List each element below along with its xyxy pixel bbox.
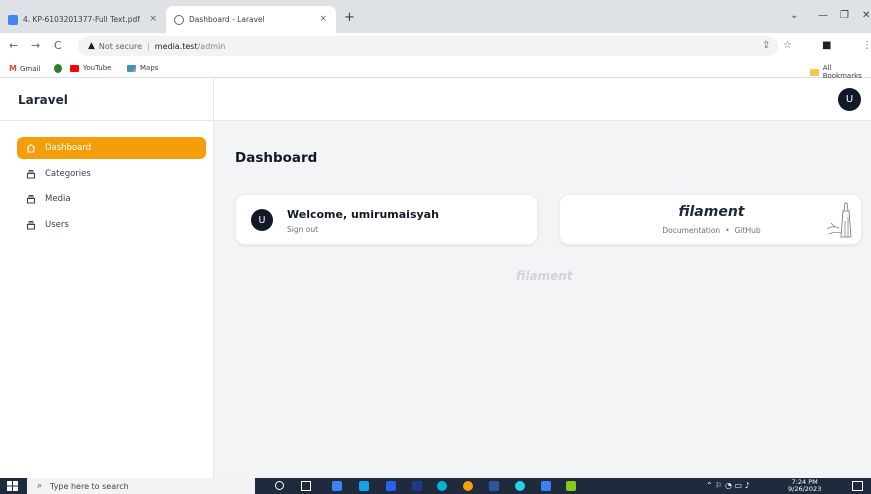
sign-out-link[interactable]: Sign out <box>287 225 318 234</box>
bookmark-youtube[interactable]: YouTube <box>70 64 111 72</box>
user-avatar[interactable]: U <box>838 88 861 111</box>
collection-icon <box>25 219 37 231</box>
documentation-link[interactable]: Documentation <box>662 226 720 235</box>
footer-filament-logo[interactable]: filament <box>516 269 573 283</box>
close-tab-icon[interactable]: × <box>149 14 157 24</box>
address-path: /admin <box>197 41 226 51</box>
maps-icon <box>127 64 136 72</box>
youtube-icon <box>70 64 79 72</box>
bookmark-label: Gmail <box>19 64 41 73</box>
account-widget: U Welcome, umirumaisyah Sign out <box>235 194 538 245</box>
welcome-heading: Welcome, umirumaisyah <box>287 208 439 221</box>
bookmark-gmail[interactable]: M Gmail <box>9 64 40 73</box>
sidebar-item-users[interactable]: Users <box>17 214 206 236</box>
search-placeholder: Type here to search <box>50 481 129 491</box>
sidebar-item-dashboard[interactable]: Dashboard <box>17 137 206 159</box>
terminal-icon[interactable] <box>566 481 576 491</box>
sidebar: Laravel Dashboard Categories Media Users <box>0 78 214 478</box>
globe-icon <box>174 14 184 25</box>
forward-icon[interactable]: → <box>31 39 40 52</box>
tab-dashboard[interactable]: Dashboard - Laravel × <box>166 6 336 33</box>
filament-logo: filament <box>678 204 745 220</box>
reload-icon[interactable]: C <box>54 39 62 52</box>
address-separator: | <box>147 41 150 51</box>
close-window-icon[interactable]: ✕ <box>862 10 870 21</box>
sidebar-item-label: Media <box>45 194 71 204</box>
browser-toolbar: ← → C ▲ Not secure | media.test /admin ⇪… <box>0 33 871 84</box>
mail-icon[interactable] <box>359 481 369 491</box>
sidebar-item-label: Dashboard <box>45 143 92 153</box>
taskbar-search-box[interactable]: ⌕ Type here to search <box>27 478 255 494</box>
admin-app: Laravel Dashboard Categories Media Users <box>0 78 871 478</box>
sidebar-header: Laravel <box>0 78 214 121</box>
browser-tab-bar: 4. KP-6103201377-Full Text.pdf × Dashboa… <box>0 0 871 33</box>
app-icon[interactable] <box>515 481 525 491</box>
filament-info-widget: filament Documentation • GitHub <box>559 194 862 245</box>
tab-title: 4. KP-6103201377-Full Text.pdf <box>23 15 140 24</box>
edge-icon[interactable] <box>437 481 447 491</box>
topbar: U <box>214 78 871 121</box>
cortana-icon[interactable] <box>275 481 284 490</box>
word-icon[interactable] <box>489 481 499 491</box>
collection-icon <box>25 193 37 205</box>
close-tab-icon[interactable]: × <box>319 14 327 24</box>
system-tray-icons[interactable]: ⌃ ⚐ ◔ ▭ ♪ <box>706 481 750 490</box>
star-icon[interactable]: ☆ <box>783 40 792 51</box>
filament-links: Documentation • GitHub <box>560 226 863 235</box>
github-link[interactable]: GitHub <box>735 226 761 235</box>
link-separator: • <box>725 226 730 235</box>
minimize-icon[interactable]: — <box>818 10 828 21</box>
address-bar[interactable]: ▲ Not secure | media.test /admin <box>78 36 778 56</box>
tab-search-icon[interactable]: ⌄ <box>790 10 798 21</box>
bookmark-label: Maps <box>140 64 159 72</box>
brand-logo[interactable]: Laravel <box>18 93 68 107</box>
security-label: Not secure <box>98 41 143 51</box>
home-icon <box>25 142 37 154</box>
bookmark-maps[interactable]: Maps <box>127 64 158 72</box>
sidebar-item-categories[interactable]: Categories <box>17 163 206 185</box>
sidebar-item-label: Users <box>45 220 69 230</box>
windows-start-icon[interactable] <box>7 481 18 491</box>
restore-icon[interactable]: ❐ <box>840 10 849 21</box>
address-host: media.test <box>154 41 198 51</box>
menu-icon[interactable]: ⋮ <box>862 40 871 51</box>
search-icon: ⌕ <box>37 481 43 491</box>
windows-taskbar: ⌕ Type here to search ⌃ ⚐ ◔ ▭ ♪ 7:24 PM … <box>0 478 871 494</box>
bookmarks-bar: M Gmail YouTube Maps All Bookmarks <box>0 59 871 80</box>
sidepanel-icon[interactable]: ■ <box>822 40 831 51</box>
file-explorer-icon[interactable] <box>332 481 342 491</box>
lighthouse-illustration-icon <box>826 202 852 238</box>
avatar: U <box>251 209 273 231</box>
warning-icon: ▲ <box>88 41 95 51</box>
pdf-file-icon <box>8 14 18 25</box>
vscode-icon[interactable] <box>541 481 551 491</box>
folder-icon <box>810 68 819 76</box>
bookmark-label: YouTube <box>83 64 112 72</box>
bookmark-extension-icon[interactable] <box>54 64 62 73</box>
notification-icon[interactable] <box>852 481 863 491</box>
share-icon[interactable]: ⇪ <box>762 40 770 51</box>
chrome-icon[interactable] <box>463 481 473 491</box>
sidebar-item-label: Categories <box>45 169 91 179</box>
page-title: Dashboard <box>235 150 318 166</box>
clock-date: 9/26/2023 <box>788 485 822 493</box>
calculator-icon[interactable] <box>412 481 422 491</box>
tab-pdf[interactable]: 4. KP-6103201377-Full Text.pdf × <box>0 6 166 33</box>
sidebar-item-media[interactable]: Media <box>17 188 206 210</box>
new-tab-button[interactable]: + <box>344 10 355 25</box>
task-view-icon[interactable] <box>301 481 311 491</box>
store-icon[interactable] <box>386 481 396 491</box>
gmail-icon: M <box>9 64 17 73</box>
tab-title: Dashboard - Laravel <box>189 15 265 24</box>
taskbar-clock[interactable]: 7:24 PM 9/26/2023 <box>788 479 821 493</box>
collection-icon <box>25 168 37 180</box>
back-icon[interactable]: ← <box>9 39 18 52</box>
